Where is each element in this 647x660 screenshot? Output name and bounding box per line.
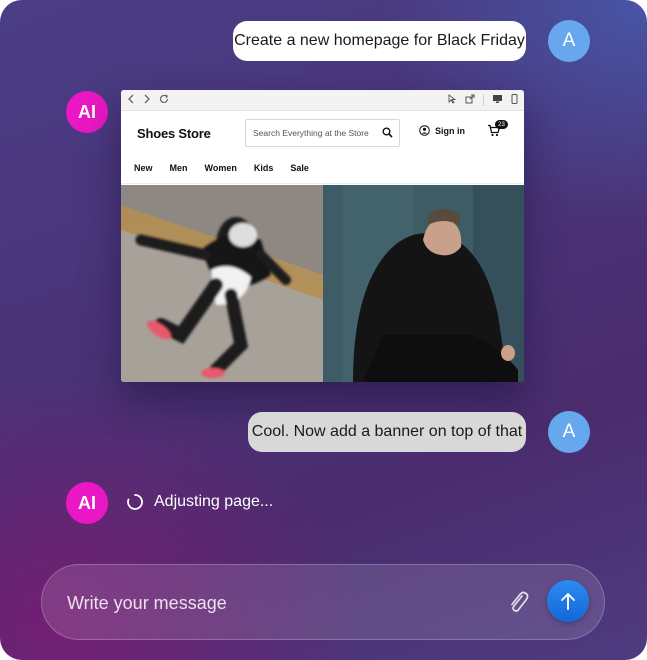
cursor-icon[interactable] <box>447 93 457 107</box>
user-message-1: Create a new homepage for Black Friday <box>233 21 526 61</box>
nav-item-sale[interactable]: Sale <box>290 163 309 173</box>
model-photo <box>323 185 524 382</box>
user-avatar: A <box>548 411 590 453</box>
search-icon[interactable] <box>382 127 393 140</box>
ai-avatar: AI <box>66 482 108 524</box>
external-link-icon[interactable] <box>465 94 475 107</box>
ai-avatar: AI <box>66 91 108 133</box>
user-message-2: Cool. Now add a banner on top of that <box>248 412 526 452</box>
loading-spinner-icon <box>127 494 143 510</box>
paperclip-icon[interactable] <box>506 589 530 620</box>
cart-button[interactable]: 23 <box>487 120 508 142</box>
chevron-left-icon[interactable] <box>127 94 135 107</box>
user-icon <box>419 125 430 136</box>
status-text: Adjusting page... <box>154 493 274 510</box>
message-input[interactable]: Write your message <box>67 593 227 614</box>
browser-toolbar <box>121 90 524 111</box>
sign-in-label: Sign in <box>435 125 465 136</box>
nav-item-women[interactable]: Women <box>205 163 237 173</box>
mobile-icon[interactable] <box>511 93 518 107</box>
homepage-preview[interactable]: Shoes Store Search Everything at the Sto… <box>121 90 524 382</box>
nav-item-men[interactable]: Men <box>170 163 188 173</box>
site-header: Shoes Store Search Everything at the Sto… <box>121 112 524 152</box>
send-button[interactable] <box>547 580 589 622</box>
ai-status: Adjusting page... <box>126 493 273 511</box>
nav-item-new[interactable]: New <box>134 163 153 173</box>
sign-in-button[interactable]: Sign in <box>419 125 465 136</box>
site-search-input[interactable]: Search Everything at the Store <box>245 119 400 147</box>
message-composer[interactable]: Write your message <box>41 564 605 640</box>
site-nav: New Men Women Kids Sale <box>121 152 524 184</box>
search-placeholder: Search Everything at the Store <box>253 128 369 138</box>
site-logo[interactable]: Shoes Store <box>137 126 211 141</box>
nav-item-kids[interactable]: Kids <box>254 163 274 173</box>
refresh-icon[interactable] <box>159 93 169 107</box>
monitor-icon[interactable] <box>492 94 503 107</box>
user-avatar: A <box>548 20 590 62</box>
toolbar-divider <box>483 94 484 106</box>
arrow-up-icon <box>561 593 575 610</box>
runner-photo <box>121 185 323 382</box>
chevron-right-icon[interactable] <box>143 94 151 107</box>
chat-window: Create a new homepage for Black Friday A… <box>0 0 647 660</box>
cart-count-badge: 23 <box>495 120 508 129</box>
